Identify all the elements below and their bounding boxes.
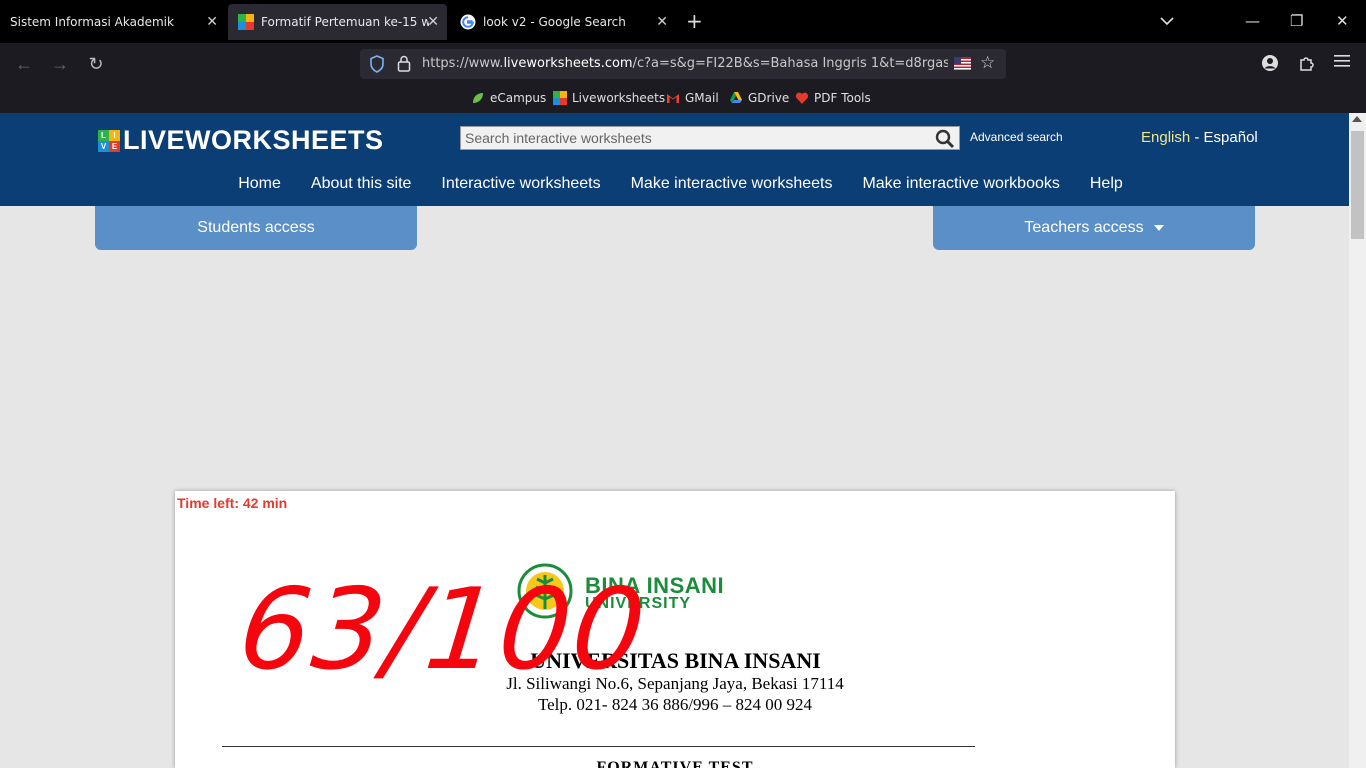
reload-button[interactable]: ↻ xyxy=(85,54,107,75)
university-phone: Telp. 021- 824 36 886/996 – 824 00 924 xyxy=(537,695,813,714)
search-placeholder: Search interactive worksheets xyxy=(465,130,652,146)
list-tabs-chevron-icon[interactable] xyxy=(1160,12,1174,30)
us-flag-icon[interactable] xyxy=(954,57,971,70)
close-tab-icon[interactable]: ✕ xyxy=(656,14,668,30)
url-prefix: https://www. xyxy=(422,56,504,71)
account-icon[interactable] xyxy=(1261,54,1279,77)
forward-button[interactable]: → xyxy=(49,54,71,75)
main-menu: Home About this site Interactive workshe… xyxy=(0,175,1349,193)
logo-letter: I xyxy=(109,129,120,141)
bookmarks-bar: eCampus Liveworksheets GMail GDrive PDF … xyxy=(0,86,1366,113)
bookmark-liveworksheets[interactable]: Liveworksheets xyxy=(553,91,665,105)
bookmark-label: eCampus xyxy=(490,91,547,105)
bookmark-gdrive[interactable]: GDrive xyxy=(729,91,789,105)
close-window-button[interactable]: ✕ xyxy=(1336,12,1349,30)
tab-google-search[interactable]: look v2 - Google Search ✕ xyxy=(450,4,676,40)
test-heading-partial: FORMATIVE TEST xyxy=(596,759,754,768)
close-tab-icon[interactable]: ✕ xyxy=(427,14,439,30)
lang-espanol-link[interactable]: Español xyxy=(1204,129,1258,146)
search-input[interactable]: Search interactive worksheets xyxy=(460,126,960,150)
heart-icon xyxy=(795,92,809,104)
site-header: L I V E LIVEWORKSHEETS Search interactiv… xyxy=(0,113,1349,206)
url-text[interactable]: https://www.liveworksheets.com/c?a=s&g=F… xyxy=(422,56,948,71)
restore-button[interactable]: ❐ xyxy=(1290,12,1303,30)
lock-icon[interactable] xyxy=(397,55,411,72)
tab-formatif[interactable]: Formatif Pertemuan ke-15 work ✕ xyxy=(228,4,447,40)
close-tab-icon[interactable]: ✕ xyxy=(206,14,218,30)
language-switcher: English - Español xyxy=(1141,129,1258,146)
extensions-icon[interactable] xyxy=(1298,54,1315,76)
menu-make-worksheets[interactable]: Make interactive worksheets xyxy=(631,175,833,193)
page-scrollbar[interactable] xyxy=(1349,113,1366,768)
menu-help[interactable]: Help xyxy=(1090,175,1123,193)
lang-separator: - xyxy=(1190,129,1204,146)
caret-down-icon xyxy=(1153,225,1164,231)
students-access-label: Students access xyxy=(197,219,315,236)
tab-label: Formatif Pertemuan ke-15 work xyxy=(261,15,429,29)
menu-home[interactable]: Home xyxy=(238,175,281,193)
gdrive-icon xyxy=(730,92,742,103)
bookmark-label: GMail xyxy=(685,91,719,105)
tab-label: Sistem Informasi Akademik xyxy=(10,15,174,29)
bookmark-star-icon[interactable]: ☆ xyxy=(980,53,995,73)
bookmark-ecampus[interactable]: eCampus xyxy=(471,91,546,105)
liveworksheets-favicon-icon xyxy=(238,14,254,30)
liveworksheets-icon xyxy=(553,91,567,105)
logo-text: LIVEWORKSHEETS xyxy=(123,125,384,155)
address-bar[interactable]: https://www.liveworksheets.com/c?a=s&g=F… xyxy=(360,49,1006,79)
ecampus-icon xyxy=(473,93,483,103)
google-favicon-icon xyxy=(460,14,476,30)
menu-about[interactable]: About this site xyxy=(311,175,412,193)
menu-hamburger-icon[interactable] xyxy=(1334,54,1350,73)
handwritten-score: 63/100 xyxy=(233,565,653,695)
logo-letter: L xyxy=(98,129,109,141)
timer-text: Time left: 42 min xyxy=(177,495,288,511)
tab-sistem-informasi[interactable]: Sistem Informasi Akademik ✕ xyxy=(0,4,226,40)
bookmark-gmail[interactable]: GMail xyxy=(666,91,719,105)
teachers-access-button[interactable]: Teachers access xyxy=(933,206,1255,250)
gmail-icon xyxy=(667,94,679,103)
tab-bar: Sistem Informasi Akademik ✕ Formatif Per… xyxy=(0,0,1366,43)
bookmark-pdf-tools[interactable]: PDF Tools xyxy=(795,91,871,105)
lang-english-link[interactable]: English xyxy=(1141,129,1190,146)
search-icon[interactable] xyxy=(935,129,955,149)
tab-label: look v2 - Google Search xyxy=(483,15,626,29)
shield-icon[interactable] xyxy=(369,55,385,73)
url-domain: liveworksheets.com xyxy=(503,56,633,71)
logo-mark: L I V E xyxy=(98,129,120,152)
back-button[interactable]: ← xyxy=(13,54,35,75)
menu-interactive-worksheets[interactable]: Interactive worksheets xyxy=(441,175,600,193)
menu-make-workbooks[interactable]: Make interactive workbooks xyxy=(862,175,1059,193)
advanced-search-link[interactable]: Advanced search xyxy=(970,130,1063,144)
header-divider xyxy=(222,746,975,747)
scrollbar-thumb[interactable] xyxy=(1351,131,1364,239)
minimize-button[interactable]: — xyxy=(1245,12,1260,30)
scroll-up-arrow-icon[interactable] xyxy=(1352,116,1362,122)
logo-letter: E xyxy=(109,140,120,152)
logo-letter: V xyxy=(98,140,109,152)
bookmark-label: PDF Tools xyxy=(814,91,871,105)
liveworksheets-logo[interactable]: L I V E LIVEWORKSHEETS xyxy=(98,125,384,156)
teachers-access-label: Teachers access xyxy=(1024,219,1144,236)
new-tab-button[interactable]: + xyxy=(686,10,703,32)
url-path: /c?a=s&g=FI22B&s=Bahasa Inggris 1&t=d8rg… xyxy=(632,56,948,71)
students-access-button[interactable]: Students access xyxy=(95,206,417,250)
bookmark-label: Liveworksheets xyxy=(572,91,666,105)
bookmark-label: GDrive xyxy=(748,91,790,105)
